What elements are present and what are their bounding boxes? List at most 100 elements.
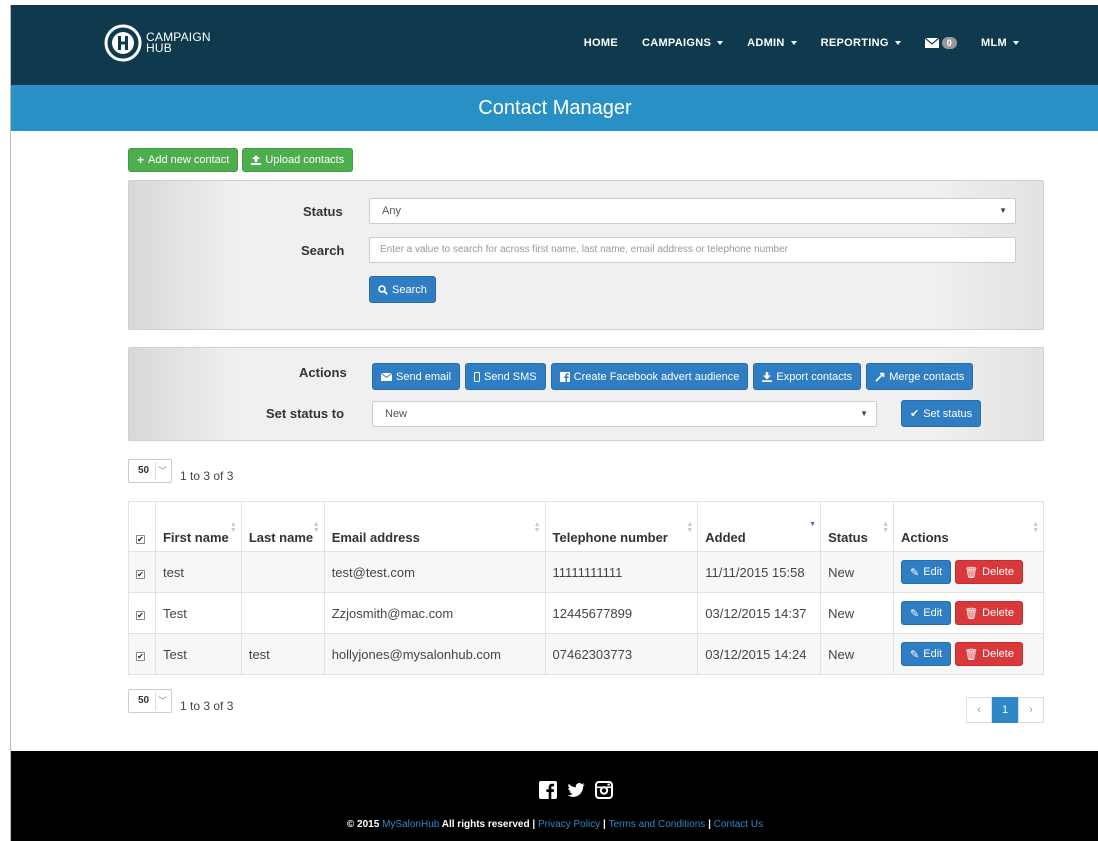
cell-email: hollyjones@mysalonhub.com	[323, 633, 546, 675]
next-page-button[interactable]: ›	[1018, 697, 1044, 723]
privacy-policy-link[interactable]: Privacy Policy	[538, 819, 600, 830]
search-icon	[378, 284, 388, 295]
campaign-hub-logo-icon	[104, 24, 142, 62]
social-links	[539, 781, 613, 799]
page-title: Contact Manager	[11, 85, 1098, 131]
merge-icon	[875, 372, 885, 382]
nav-home[interactable]: HOME	[584, 37, 618, 49]
cell-telephone: 07462303773	[544, 633, 699, 675]
mobile-phone-icon	[474, 371, 481, 382]
logo[interactable]: CAMPAIGN HUB	[103, 23, 211, 63]
facebook-icon	[559, 371, 570, 382]
sort-icon: ▲ ▼	[1032, 521, 1039, 534]
col-status[interactable]: Status ▲ ▼	[820, 501, 895, 552]
download-icon	[762, 371, 773, 382]
send-email-button[interactable]: Send email	[372, 363, 461, 390]
nav-reporting[interactable]: REPORTING	[821, 37, 901, 49]
page-size-select[interactable]: 50 ﹀	[128, 689, 172, 713]
col-telephone[interactable]: Telephone number ▲ ▼	[544, 501, 699, 552]
actions-label: Actions	[299, 365, 347, 380]
cell-first-name: Test	[154, 592, 242, 634]
facebook-icon[interactable]	[539, 781, 557, 799]
chevron-right-icon: ›	[1029, 704, 1033, 716]
edit-icon: ✎	[910, 648, 920, 661]
logo-text: CAMPAIGN HUB	[146, 31, 211, 55]
sort-desc-icon: ▼	[809, 521, 817, 528]
envelope-icon	[381, 372, 392, 381]
bulk-actions-group: Send email Send SMS Create Facebook adve…	[372, 363, 974, 390]
nav-messages[interactable]: 0	[924, 37, 958, 49]
search-button[interactable]: Search	[369, 276, 436, 303]
cell-last-name	[240, 592, 325, 634]
plus-icon: +	[137, 153, 145, 167]
cell-telephone: 11111111111	[544, 551, 699, 593]
col-email[interactable]: Email address ▲ ▼	[323, 501, 546, 552]
col-last-name[interactable]: Last name ▲ ▼	[240, 501, 325, 552]
filter-panel: Status Any ▼ Search Enter a value to sea…	[128, 180, 1044, 330]
select-all-checkbox[interactable]: ✔	[136, 535, 145, 544]
col-added[interactable]: Added ▼	[697, 501, 822, 552]
cell-telephone: 12445677899	[544, 592, 699, 634]
terms-link[interactable]: Terms and Conditions	[609, 819, 706, 830]
col-actions: Actions ▲ ▼	[893, 501, 1044, 552]
caret-down-icon	[790, 41, 797, 45]
merge-contacts-button[interactable]: Merge contacts	[866, 363, 974, 390]
set-status-label: Set status to	[266, 406, 345, 421]
footer-copyright: © 2015 MySalonHub All rights reserved | …	[346, 819, 764, 830]
table-header-row: ✔ First name ▲ ▼ Last name ▲ ▼ Email address…	[128, 501, 1044, 552]
twitter-icon[interactable]	[567, 781, 585, 799]
cell-added: 03/12/2015 14:24	[697, 633, 822, 675]
cell-added: 11/11/2015 15:58	[697, 551, 822, 593]
page-button[interactable]: 1	[992, 697, 1018, 723]
col-first-name[interactable]: First name ▲ ▼	[154, 501, 242, 552]
status-filter-select[interactable]: Any ▼	[369, 198, 1016, 224]
delete-button[interactable]: 🗑 Delete	[955, 560, 1023, 584]
set-status-select[interactable]: New ▼	[372, 401, 877, 427]
cell-first-name: test	[154, 551, 242, 593]
row-checkbox[interactable]: ✔	[136, 610, 145, 620]
sort-icon: ▲ ▼	[229, 521, 237, 534]
table-row: ✔ test test@test.com 11111111111 11/11/2…	[128, 551, 1044, 593]
actions-panel: Actions Send email Send SMS Create Faceb…	[128, 347, 1044, 441]
send-sms-button[interactable]: Send SMS	[465, 363, 546, 390]
sort-icon: ▲ ▼	[312, 521, 320, 534]
row-checkbox[interactable]: ✔	[136, 651, 145, 661]
search-input[interactable]: Enter a value to search for across first…	[369, 237, 1016, 263]
facebook-audience-button[interactable]: Create Facebook advert audience	[550, 363, 749, 390]
export-contacts-button[interactable]: Export contacts	[753, 363, 862, 390]
set-status-button[interactable]: ✔ Set status	[901, 400, 982, 427]
table-row: ✔ Test test hollyjones@mysalonhub.com 07…	[128, 633, 1044, 675]
search-label: Search	[301, 243, 345, 258]
check-icon: ✔	[910, 408, 920, 420]
edit-button[interactable]: ✎ Edit	[901, 560, 952, 584]
chevron-down-icon: ﹀	[157, 466, 167, 476]
delete-button[interactable]: 🗑 Delete	[955, 642, 1023, 666]
logo-line2: HUB	[146, 41, 172, 55]
sort-icon: ▲ ▼	[533, 521, 541, 534]
page-size-select[interactable]: 50 ﹀	[128, 459, 172, 483]
envelope-icon	[924, 38, 939, 48]
row-checkbox[interactable]: ✔	[136, 569, 145, 579]
contact-us-link[interactable]: Contact Us	[714, 819, 763, 830]
cell-status: New	[820, 592, 895, 634]
sort-icon: ▲ ▼	[882, 521, 890, 534]
brand-link[interactable]: MySalonHub	[382, 819, 439, 830]
add-contact-button[interactable]: + Add new contact	[128, 148, 239, 172]
contacts-table: ✔ First name ▲ ▼ Last name ▲ ▼ Email address…	[128, 501, 1044, 675]
edit-button[interactable]: ✎ Edit	[901, 601, 952, 625]
nav-campaigns[interactable]: CAMPAIGNS	[642, 37, 724, 49]
delete-button[interactable]: 🗑 Delete	[955, 601, 1023, 625]
chevron-left-icon: ‹	[977, 704, 981, 716]
cell-last-name: test	[240, 633, 325, 675]
instagram-icon[interactable]	[595, 781, 613, 799]
chevron-down-icon: ﹀	[157, 696, 167, 706]
prev-page-button[interactable]: ‹	[966, 697, 992, 723]
nav-user-menu[interactable]: MLM	[981, 37, 1019, 49]
table-row: ✔ Test Zzjosmith@mac.com 12445677899 03/…	[128, 592, 1044, 634]
sort-icon: ▲ ▼	[686, 521, 694, 534]
record-range: 1 to 3 of 3	[180, 699, 234, 713]
caret-down-icon	[717, 41, 724, 45]
upload-contacts-button[interactable]: Upload contacts	[242, 148, 354, 172]
edit-button[interactable]: ✎ Edit	[901, 642, 952, 666]
nav-admin[interactable]: ADMIN	[747, 37, 797, 49]
